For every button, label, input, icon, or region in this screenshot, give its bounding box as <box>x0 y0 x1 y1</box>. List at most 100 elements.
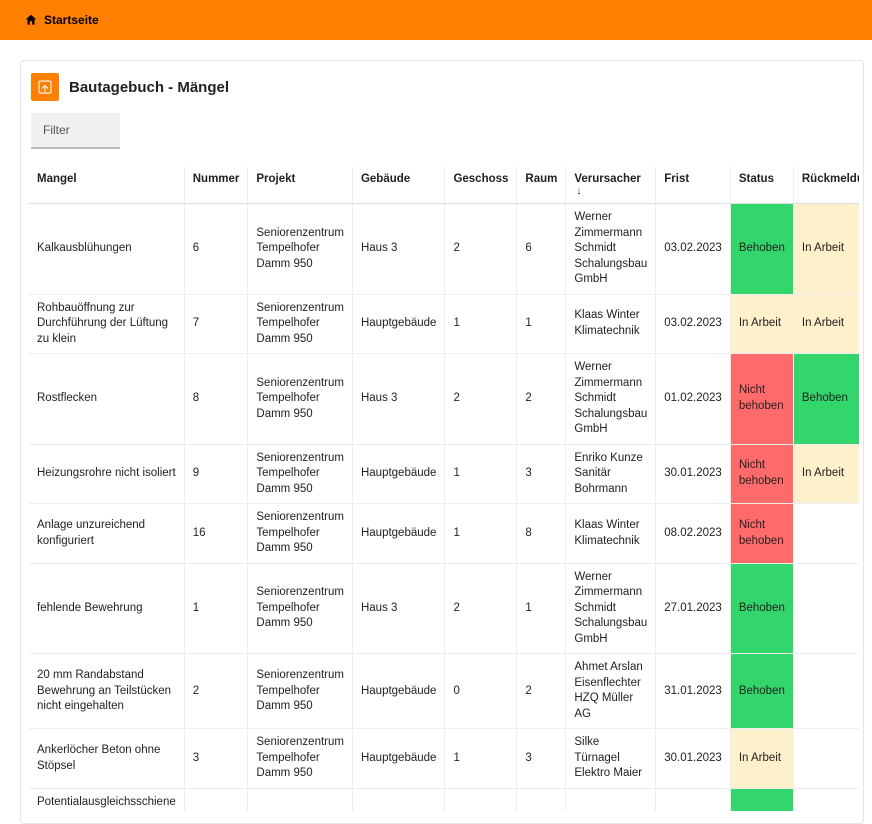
cell-rueckmeldung: In Arbeit <box>793 204 859 295</box>
cell-nummer: 1 <box>184 563 248 654</box>
cell-frist: 08.02.2023 <box>656 504 731 564</box>
cell-nummer: 8 <box>184 354 248 445</box>
main-panel: Bautagebuch - Mängel Filter Mangel Numme… <box>20 60 864 824</box>
cell-mangel: Potentialausgleichsschiene <box>29 788 184 810</box>
cell-frist: 31.01.2023 <box>656 654 731 729</box>
cell-raum: 6 <box>517 204 566 295</box>
cell-frist: 27.01.2023 <box>656 563 731 654</box>
cell-mangel: Kalkausblühungen <box>29 204 184 295</box>
cell-status: Behoben <box>730 563 793 654</box>
cell-geschoss: 1 <box>445 444 517 504</box>
cell-nummer: 7 <box>184 294 248 354</box>
cell-projekt: Seniorenzentrum Tempelhofer Damm 950 <box>248 354 353 445</box>
table-row: Anlage unzureichend konfiguriert16Senior… <box>29 504 859 564</box>
top-nav: Startseite <box>0 0 872 40</box>
cell-geschoss: 0 <box>445 654 517 729</box>
cell-nummer: 16 <box>184 504 248 564</box>
cell-verursacher: Klaas Winter Klimatechnik <box>566 504 656 564</box>
cell-status: In Arbeit <box>730 294 793 354</box>
cell-nummer: 3 <box>184 729 248 789</box>
cell-status: In Arbeit <box>730 729 793 789</box>
cell-projekt: Seniorenzentrum Tempelhofer Damm 950 <box>248 654 353 729</box>
cell-frist: 30.01.2023 <box>656 444 731 504</box>
table-row: Rohbauöffnung zur Durchführung der Lüftu… <box>29 294 859 354</box>
cell-status: Behoben <box>730 654 793 729</box>
cell-verursacher: Enriko Kunze Sanitär Bohrmann <box>566 444 656 504</box>
cell-projekt: Seniorenzentrum Tempelhofer Damm 950 <box>248 729 353 789</box>
cell-nummer: 2 <box>184 654 248 729</box>
cell-verursacher: Werner Zimmermann Schmidt Schalungsbau G… <box>566 563 656 654</box>
cell-rueckmeldung: Behoben <box>793 354 859 445</box>
cell-projekt: Seniorenzentrum Tempelhofer Damm 950 <box>248 504 353 564</box>
col-header-projekt[interactable]: Projekt <box>248 167 353 204</box>
cell-gebaeude: Haus 3 <box>352 204 444 295</box>
col-header-rueckmeldung[interactable]: Rückmeldung <box>793 167 859 204</box>
cell-projekt: Seniorenzentrum Tempelhofer Damm 950 <box>248 444 353 504</box>
cell-mangel: Rostflecken <box>29 354 184 445</box>
home-link[interactable]: Startseite <box>24 13 99 27</box>
cell-status: Nicht behoben <box>730 504 793 564</box>
col-header-verursacher-label: Verursacher <box>574 173 641 185</box>
col-header-nummer[interactable]: Nummer <box>184 167 248 204</box>
cell-gebaeude: Haus 3 <box>352 354 444 445</box>
cell-geschoss: 2 <box>445 354 517 445</box>
col-header-geschoss[interactable]: Geschoss <box>445 167 517 204</box>
cell-geschoss: 1 <box>445 504 517 564</box>
defects-table: Mangel Nummer Projekt Gebäude Geschoss R… <box>29 167 859 811</box>
cell-status: Nicht behoben <box>730 444 793 504</box>
home-icon <box>24 13 38 27</box>
table-row: Rostflecken8Seniorenzentrum Tempelhofer … <box>29 354 859 445</box>
cell-raum: 2 <box>517 354 566 445</box>
cell-nummer: 9 <box>184 444 248 504</box>
cell-gebaeude: Haus 3 <box>352 563 444 654</box>
cell-raum: 3 <box>517 729 566 789</box>
cell-mangel: Ankerlöcher Beton ohne Stöpsel <box>29 729 184 789</box>
cell-verursacher: Werner Zimmermann Schmidt Schalungsbau G… <box>566 204 656 295</box>
cell-geschoss: 2 <box>445 204 517 295</box>
table-header-row: Mangel Nummer Projekt Gebäude Geschoss R… <box>29 167 859 204</box>
cell-mangel: fehlende Bewehrung <box>29 563 184 654</box>
cell-status: Behoben <box>730 204 793 295</box>
cell-raum: 8 <box>517 504 566 564</box>
cell-geschoss: 1 <box>445 294 517 354</box>
cell-verursacher: Ahmet Arslan Eisenflechter HZQ Müller AG <box>566 654 656 729</box>
cell-rueckmeldung <box>793 504 859 564</box>
filter-button[interactable]: Filter <box>31 113 120 149</box>
table-row: Ankerlöcher Beton ohne Stöpsel3Seniorenz… <box>29 729 859 789</box>
cell-raum: 3 <box>517 444 566 504</box>
cell-verursacher: Klaas Winter Klimatechnik <box>566 294 656 354</box>
cell-verursacher: Silke Türnagel Elektro Maier <box>566 729 656 789</box>
cell-frist: 03.02.2023 <box>656 204 731 295</box>
cell-mangel: 20 mm Randabstand Bewehrung an Teilstück… <box>29 654 184 729</box>
cell-raum: 2 <box>517 654 566 729</box>
table-row: fehlende Bewehrung1Seniorenzentrum Tempe… <box>29 563 859 654</box>
col-header-verursacher[interactable]: Verursacher ↓ <box>566 167 656 204</box>
cell-mangel: Heizungsrohre nicht isoliert <box>29 444 184 504</box>
cell-gebaeude: Hauptgebäude <box>352 654 444 729</box>
table-row: Potentialausgleichsschiene <box>29 788 859 810</box>
sort-arrow-down-icon: ↓ <box>576 186 581 197</box>
cell-frist: 03.02.2023 <box>656 294 731 354</box>
cell-projekt: Seniorenzentrum Tempelhofer Damm 950 <box>248 294 353 354</box>
col-header-mangel[interactable]: Mangel <box>29 167 184 204</box>
cell-gebaeude: Hauptgebäude <box>352 294 444 354</box>
cell-gebaeude: Hauptgebäude <box>352 444 444 504</box>
col-header-gebaeude[interactable]: Gebäude <box>352 167 444 204</box>
col-header-raum[interactable]: Raum <box>517 167 566 204</box>
cell-nummer: 6 <box>184 204 248 295</box>
cell-projekt: Seniorenzentrum Tempelhofer Damm 950 <box>248 204 353 295</box>
cell-rueckmeldung <box>793 563 859 654</box>
cell-gebaeude: Hauptgebäude <box>352 729 444 789</box>
app-logo-icon <box>31 73 59 101</box>
cell-mangel: Anlage unzureichend konfiguriert <box>29 504 184 564</box>
cell-geschoss: 2 <box>445 563 517 654</box>
cell-verursacher: Werner Zimmermann Schmidt Schalungsbau G… <box>566 354 656 445</box>
page-title: Bautagebuch - Mängel <box>69 79 229 96</box>
page-header: Bautagebuch - Mängel <box>29 73 859 101</box>
col-header-frist[interactable]: Frist <box>656 167 731 204</box>
col-header-status[interactable]: Status <box>730 167 793 204</box>
cell-rueckmeldung <box>793 654 859 729</box>
table-row: 20 mm Randabstand Bewehrung an Teilstück… <box>29 654 859 729</box>
home-label: Startseite <box>44 13 99 27</box>
table-row: Heizungsrohre nicht isoliert9Seniorenzen… <box>29 444 859 504</box>
